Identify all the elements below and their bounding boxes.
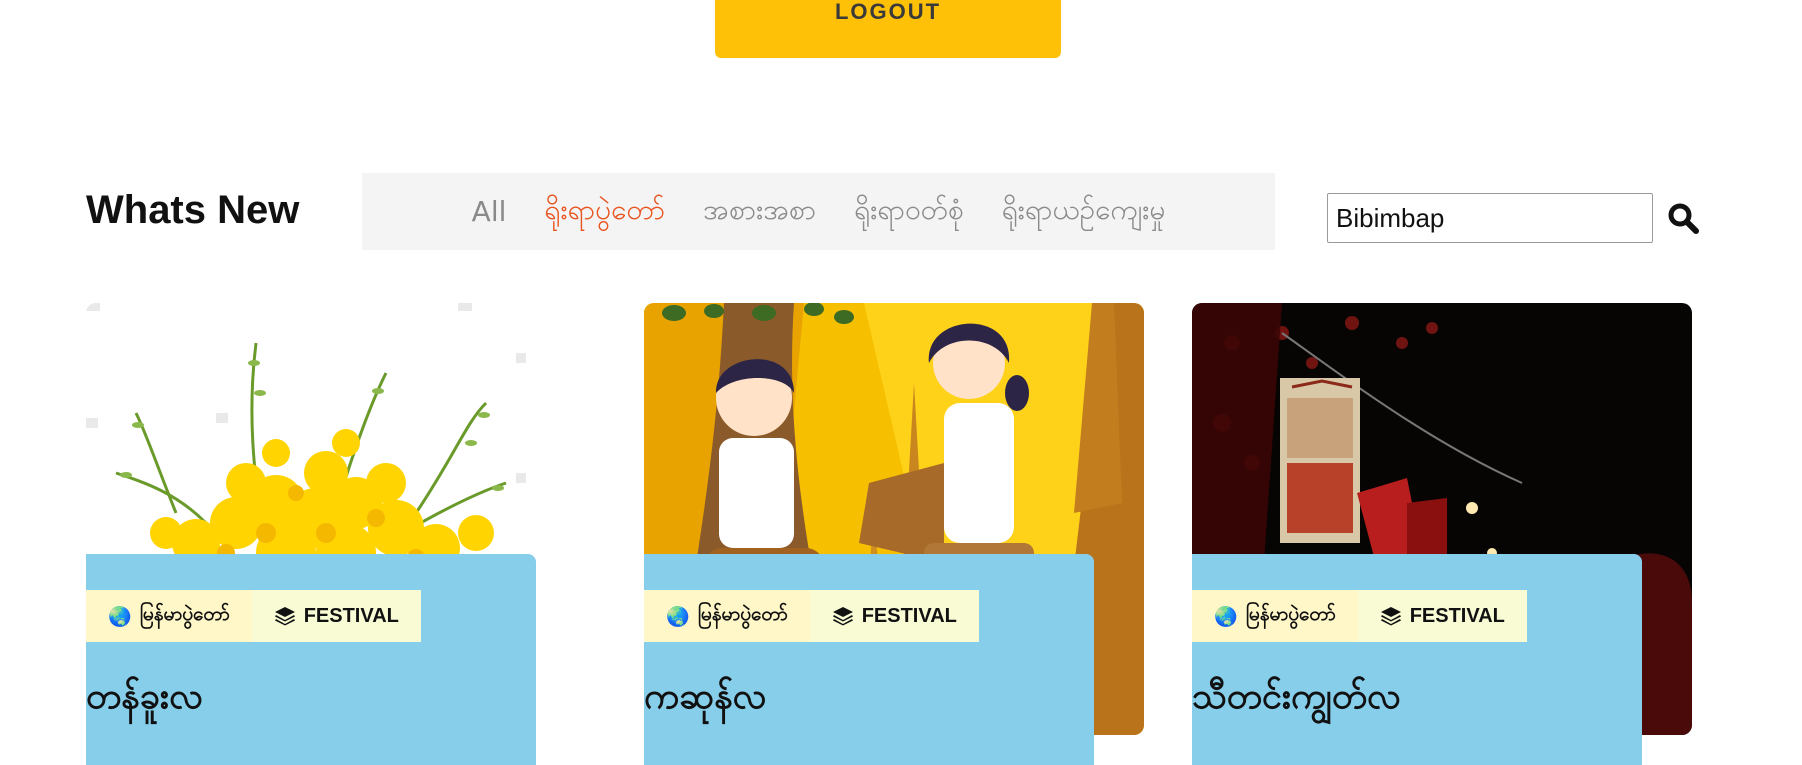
region-label: မြန်မာပွဲတော် bbox=[1245, 603, 1336, 625]
region-tag[interactable]: 🌏 မြန်မာပွဲတော် bbox=[1192, 590, 1358, 642]
search-input[interactable] bbox=[1327, 193, 1653, 243]
tab-culture[interactable]: ရိုးရာယဉ်ကျေးမှု bbox=[1002, 191, 1166, 233]
card-tags: 🌏 မြန်မာပွဲတော် FESTIVAL bbox=[86, 590, 421, 642]
category-tag[interactable]: FESTIVAL bbox=[251, 590, 421, 642]
category-label: FESTIVAL bbox=[861, 604, 957, 627]
tab-costume[interactable]: ရိုးရာဝတ်စုံ bbox=[854, 191, 964, 233]
tab-food[interactable]: အစားအစာ bbox=[703, 191, 816, 233]
card-info-panel bbox=[644, 554, 1094, 765]
category-tag[interactable]: FESTIVAL bbox=[1357, 590, 1527, 642]
layers-icon bbox=[832, 607, 853, 626]
region-tag[interactable]: 🌏 မြန်မာပွဲတော် bbox=[644, 590, 810, 642]
card-title[interactable]: တန်ခူးလ bbox=[86, 672, 203, 726]
category-tabs: All ရိုးရာပွဲတော် အစားအစာ ရိုးရာဝတ်စုံ ရ… bbox=[362, 173, 1275, 250]
logout-button[interactable]: LOGOUT bbox=[715, 0, 1061, 58]
region-tag[interactable]: 🌏 မြန်မာပွဲတော် bbox=[86, 590, 252, 642]
card-tags: 🌏 မြန်မာပွဲတော် FESTIVAL bbox=[1192, 590, 1527, 642]
tab-festival[interactable]: ရိုးရာပွဲတော် bbox=[544, 191, 665, 233]
tab-all[interactable]: All bbox=[472, 195, 507, 228]
globe-icon: 🌏 bbox=[108, 605, 132, 628]
region-label: မြန်မာပွဲတော် bbox=[697, 603, 788, 625]
layers-icon bbox=[1380, 607, 1401, 626]
card-info-panel bbox=[1192, 554, 1642, 765]
section-title: Whats New bbox=[86, 188, 300, 232]
card-tags: 🌏 မြန်မာပွဲတော် FESTIVAL bbox=[644, 590, 979, 642]
card-title[interactable]: သီတင်းကျွတ်လ bbox=[1192, 672, 1401, 726]
category-label: FESTIVAL bbox=[303, 604, 399, 627]
category-tag[interactable]: FESTIVAL bbox=[809, 590, 979, 642]
globe-icon: 🌏 bbox=[666, 605, 690, 628]
globe-icon: 🌏 bbox=[1214, 605, 1238, 628]
search-button[interactable] bbox=[1666, 201, 1700, 235]
category-label: FESTIVAL bbox=[1409, 604, 1505, 627]
region-label: မြန်မာပွဲတော် bbox=[139, 603, 230, 625]
card-title[interactable]: ကဆုန်လ bbox=[644, 672, 766, 726]
layers-icon bbox=[274, 607, 295, 626]
search-icon bbox=[1668, 203, 1699, 234]
card-info-panel bbox=[86, 554, 536, 765]
